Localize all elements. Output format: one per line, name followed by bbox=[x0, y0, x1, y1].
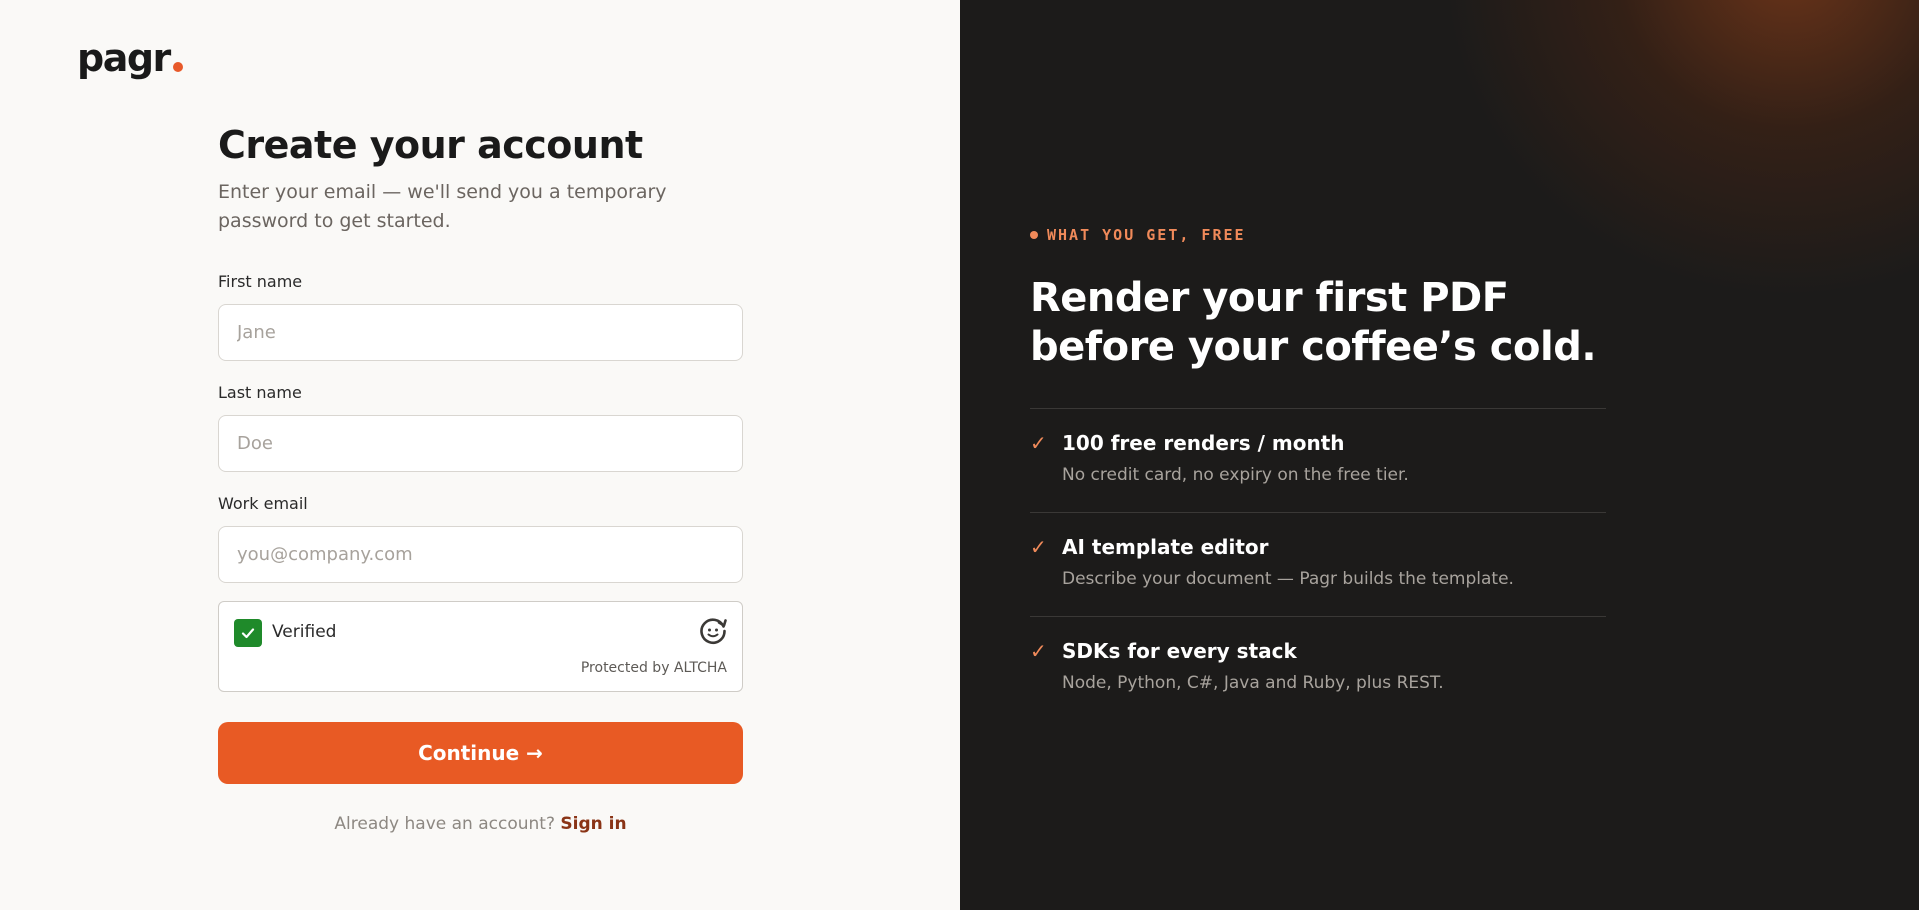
promo-headline: Render your first PDF before your coffee… bbox=[1030, 275, 1597, 370]
promo-content: WHAT YOU GET, FREE Render your first PDF… bbox=[1030, 226, 1606, 721]
signup-form: Create your account Enter your email — w… bbox=[218, 120, 743, 834]
eyebrow-dot-icon bbox=[1030, 231, 1038, 239]
page-title: Create your account bbox=[218, 123, 643, 167]
verified-label: Verified bbox=[272, 622, 337, 642]
feature-list: ✓ 100 free renders / month No credit car… bbox=[1030, 408, 1606, 721]
work-email-label: Work email bbox=[218, 494, 308, 513]
feature-title: SDKs for every stack bbox=[1062, 639, 1297, 663]
logo-dot bbox=[172, 62, 183, 72]
eyebrow-text: WHAT YOU GET, FREE bbox=[1047, 226, 1246, 244]
altcha-footer: Protected by ALTCHA bbox=[580, 660, 727, 676]
promo-eyebrow: WHAT YOU GET, FREE bbox=[1030, 226, 1606, 244]
page-subtitle: Enter your email — we'll send you a temp… bbox=[218, 181, 667, 232]
checkmark-icon bbox=[241, 628, 255, 639]
check-icon: ✓ bbox=[1030, 639, 1047, 663]
pagr-logo[interactable]: pagr bbox=[77, 36, 183, 80]
last-name-label: Last name bbox=[218, 383, 302, 402]
check-icon: ✓ bbox=[1030, 431, 1047, 455]
feature-title: AI template editor bbox=[1062, 535, 1269, 559]
signin-link[interactable]: Sign in bbox=[560, 814, 626, 834]
last-name-input[interactable] bbox=[218, 415, 743, 472]
feature-item: ✓ AI template editor Describe your docum… bbox=[1030, 513, 1606, 617]
check-icon: ✓ bbox=[1030, 535, 1047, 559]
continue-button[interactable]: Continue → bbox=[218, 722, 743, 784]
work-email-input[interactable] bbox=[218, 526, 743, 583]
feature-item: ✓ 100 free renders / month No credit car… bbox=[1030, 409, 1606, 513]
signup-panel: pagr Create your account Enter your emai… bbox=[0, 0, 960, 910]
feature-description: No credit card, no expiry on the free ti… bbox=[1062, 465, 1409, 485]
altcha-logo-icon[interactable] bbox=[698, 616, 728, 646]
feature-description: Node, Python, C#, Java and Ruby, plus RE… bbox=[1062, 673, 1444, 693]
signin-prompt-text: Already have an account? bbox=[334, 814, 555, 834]
first-name-label: First name bbox=[218, 272, 303, 291]
logo-text: pagr bbox=[77, 36, 171, 80]
altcha-widget: Verified Protected by ALTCHA bbox=[218, 601, 743, 692]
feature-title: 100 free renders / month bbox=[1062, 431, 1345, 455]
feature-description: Describe your document — Pagr builds the… bbox=[1062, 569, 1514, 589]
verified-checkbox[interactable] bbox=[234, 619, 262, 647]
signin-prompt: Already have an account? Sign in bbox=[218, 814, 743, 834]
feature-item: ✓ SDKs for every stack Node, Python, C#,… bbox=[1030, 617, 1606, 721]
first-name-input[interactable] bbox=[218, 304, 743, 361]
